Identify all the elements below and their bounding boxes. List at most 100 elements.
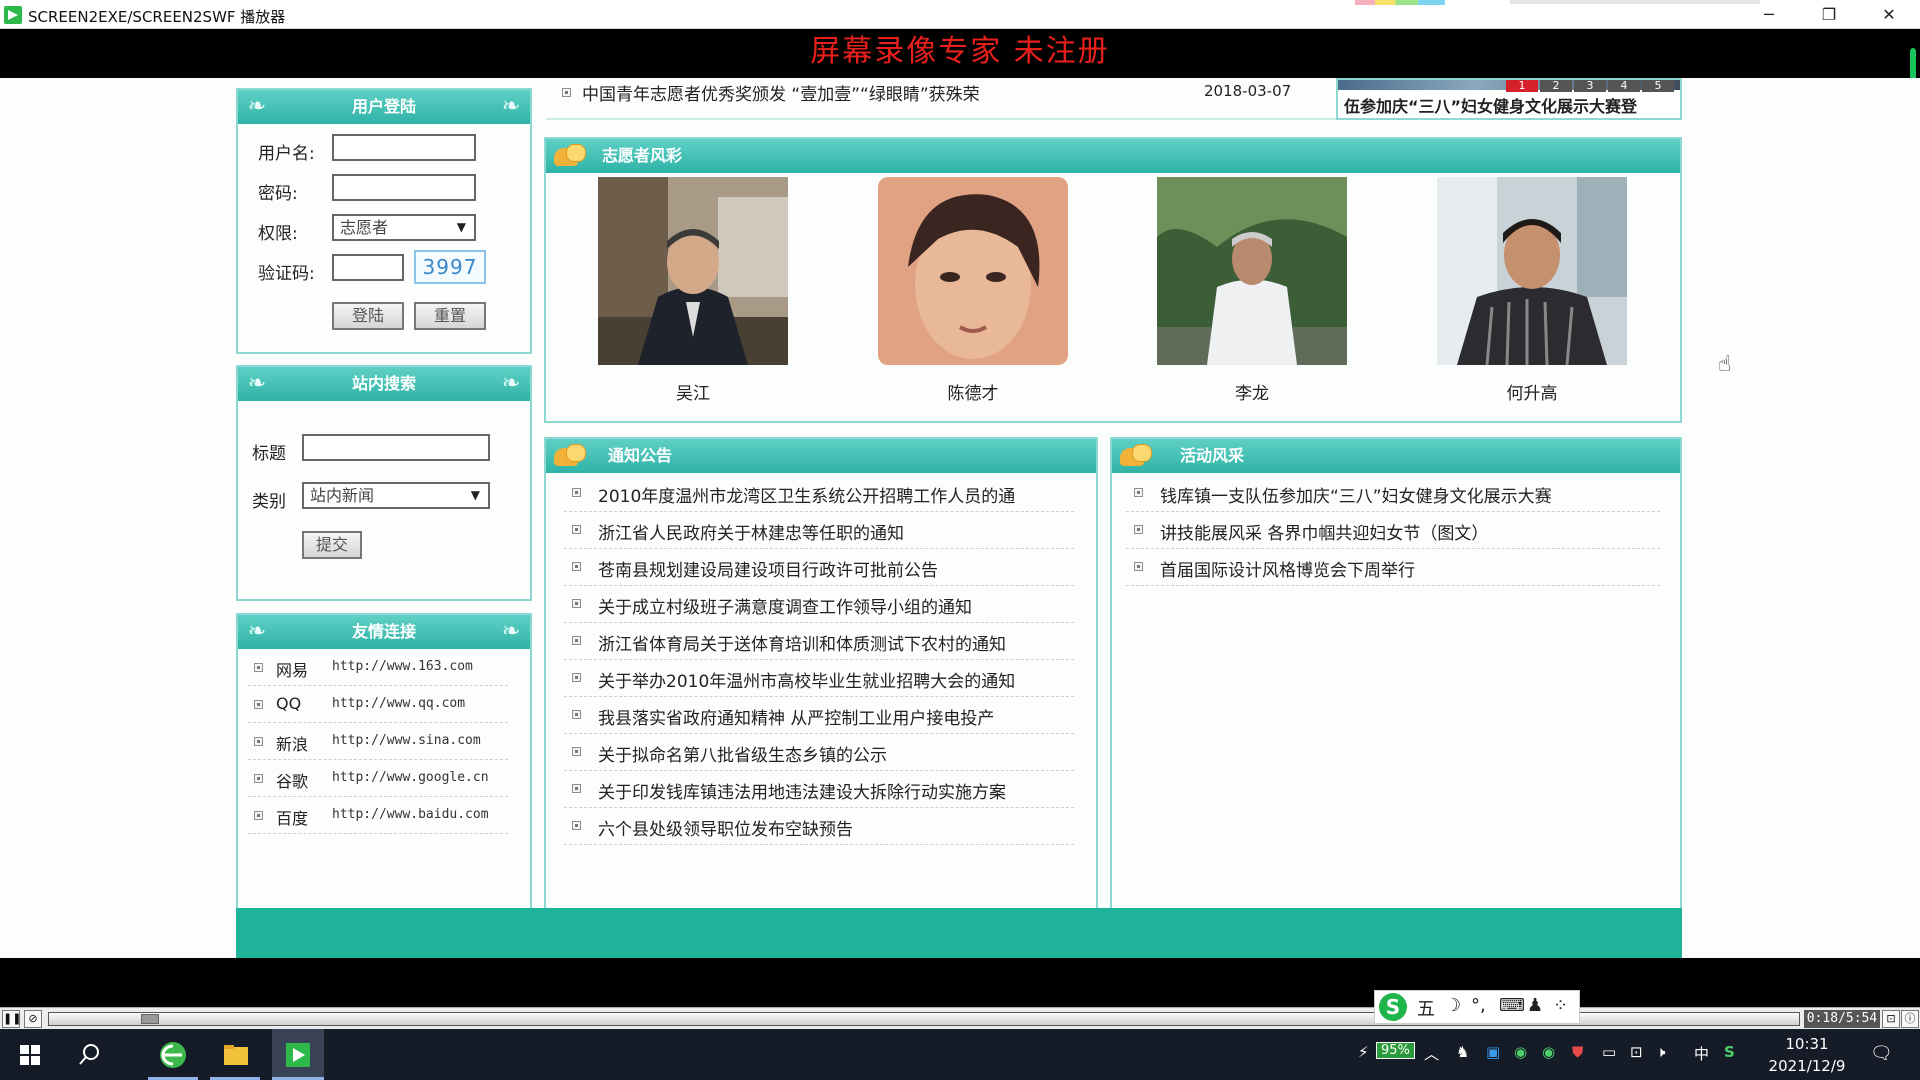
notice-item[interactable]: 我县落实省政府通知精神 从严控制工业用户接电投产	[564, 697, 1074, 734]
volunteer-card[interactable]: 李龙	[1157, 177, 1347, 404]
slider-number-4[interactable]: 4	[1608, 80, 1640, 92]
flash-icon[interactable]: ⚡	[1358, 1043, 1369, 1061]
friend-link-name[interactable]: 百度	[276, 805, 308, 829]
activity-link[interactable]: 讲技能展风采 各界巾帼共迎妇女节（图文）	[1160, 519, 1488, 544]
friend-link-name[interactable]: 新浪	[276, 731, 308, 755]
sogou-tray-icon[interactable]: S	[1724, 1043, 1735, 1061]
notification-icon[interactable]: 🗨	[1870, 1043, 1893, 1064]
security-shield-icon[interactable]: ⛊	[1572, 1043, 1583, 1061]
network-app-icon[interactable]: ▣	[1486, 1043, 1500, 1061]
notice-link[interactable]: 我县落实省政府通知精神 从严控制工业用户接电投产	[598, 704, 994, 729]
friend-link-row[interactable]: 网易 http://www.163.com	[248, 649, 508, 686]
role-select[interactable]: 志愿者 ▼	[332, 214, 476, 241]
volunteer-name[interactable]: 吴江	[598, 379, 788, 404]
volunteer-card[interactable]: 何升高	[1437, 177, 1627, 404]
friend-link-name[interactable]: QQ	[276, 694, 301, 713]
top-news-line[interactable]: 中国青年志愿者优秀奖颁发 “壹加壹”“绿眼睛”获殊荣 2018-03-07	[546, 78, 1336, 120]
ime-keyboard-icon[interactable]: ⌨	[1499, 995, 1525, 1016]
friend-link-row[interactable]: 谷歌 http://www.google.cn	[248, 760, 508, 797]
friend-link-name[interactable]: 网易	[276, 657, 308, 681]
slider-number-1[interactable]: 1	[1506, 80, 1538, 92]
volunteer-card[interactable]: 陈德才	[878, 177, 1068, 404]
activity-link[interactable]: 钱库镇一支队伍参加庆“三八”妇女健身文化展示大赛	[1160, 482, 1552, 507]
ime-halfwidth-icon[interactable]: ☽	[1445, 995, 1461, 1016]
search-icon[interactable]	[72, 1037, 108, 1073]
volunteer-name[interactable]: 陈德才	[878, 379, 1068, 404]
friend-link-url[interactable]: http://www.sina.com	[332, 733, 481, 748]
ime-toolbar[interactable]: S 五 ☽ °, ⌨ ♟ ⁘	[1374, 990, 1580, 1024]
notice-item[interactable]: 浙江省体育局关于送体育培训和体质测试下农村的通知	[564, 623, 1074, 660]
volunteer-photo[interactable]	[878, 177, 1068, 365]
friend-link-url[interactable]: http://www.163.com	[332, 659, 473, 674]
activity-item[interactable]: 钱库镇一支队伍参加庆“三八”妇女健身文化展示大赛	[1126, 475, 1660, 512]
notice-link[interactable]: 关于成立村级班子满意度调查工作领导小组的通知	[598, 593, 972, 618]
notice-link[interactable]: 关于拟命名第八批省级生态乡镇的公示	[598, 741, 887, 766]
friend-link-row[interactable]: QQ http://www.qq.com	[248, 686, 508, 723]
battery-indicator[interactable]: 95%	[1376, 1042, 1415, 1059]
friend-link-url[interactable]: http://www.baidu.com	[332, 807, 489, 822]
minimize-button[interactable]: ─	[1746, 2, 1792, 28]
volunteer-photo[interactable]	[598, 177, 788, 365]
input-language[interactable]: 中	[1694, 1043, 1709, 1064]
notice-item[interactable]: 苍南县规划建设局建设项目行政许可批前公告	[564, 549, 1074, 586]
file-explorer-icon[interactable]	[218, 1037, 254, 1073]
captcha-image[interactable]: 3997	[414, 250, 486, 284]
wechat-work-icon[interactable]: ◉	[1542, 1043, 1555, 1061]
browser-icon[interactable]	[155, 1037, 191, 1073]
taskbar-clock[interactable]: 10:31 2021/12/9	[1762, 1033, 1852, 1077]
volunteer-name[interactable]: 李龙	[1157, 379, 1347, 404]
notice-item[interactable]: 2010年度温州市龙湾区卫生系统公开招聘工作人员的通	[564, 475, 1074, 512]
network-icon[interactable]: ⊡	[1630, 1043, 1643, 1061]
sogou-logo-icon[interactable]: S	[1379, 993, 1407, 1021]
player-app-icon[interactable]	[280, 1037, 316, 1073]
slider-caption[interactable]: 伍参加庆“三八”妇女健身文化展示大赛登	[1344, 93, 1637, 117]
stop-icon[interactable]: ⊘	[24, 1010, 42, 1028]
volunteer-photo[interactable]	[1157, 177, 1347, 365]
activity-item[interactable]: 讲技能展风采 各界巾帼共迎妇女节（图文）	[1126, 512, 1660, 549]
notice-link[interactable]: 浙江省体育局关于送体育培训和体质测试下农村的通知	[598, 630, 1006, 655]
fit-screen-icon[interactable]: ⊡	[1882, 1010, 1900, 1028]
qq-icon[interactable]: ♞	[1456, 1043, 1469, 1061]
ime-punctuation-icon[interactable]: °,	[1471, 995, 1486, 1016]
password-input[interactable]	[332, 174, 476, 201]
notice-item[interactable]: 六个县处级领导职位发布空缺预告	[564, 808, 1074, 845]
friend-link-row[interactable]: 新浪 http://www.sina.com	[248, 723, 508, 760]
notice-link[interactable]: 关于举办2010年温州市高校毕业生就业招聘大会的通知	[598, 667, 1015, 692]
news-slider[interactable]: 1 2 3 4 5 伍参加庆“三八”妇女健身文化展示大赛登	[1336, 78, 1682, 120]
login-button[interactable]: 登陆	[332, 302, 404, 330]
volunteer-card[interactable]: 吴江	[598, 177, 788, 404]
volunteer-name[interactable]: 何升高	[1437, 379, 1627, 404]
slider-number-3[interactable]: 3	[1574, 80, 1606, 92]
notice-item[interactable]: 浙江省人民政府关于林建忠等任职的通知	[564, 512, 1074, 549]
friend-link-url[interactable]: http://www.qq.com	[332, 696, 465, 711]
notice-link[interactable]: 苍南县规划建设局建设项目行政许可批前公告	[598, 556, 938, 581]
volunteer-photo[interactable]	[1437, 177, 1627, 365]
friend-link-url[interactable]: http://www.google.cn	[332, 770, 489, 785]
notice-item[interactable]: 关于拟命名第八批省级生态乡镇的公示	[564, 734, 1074, 771]
ime-user-icon[interactable]: ♟	[1527, 995, 1543, 1016]
friend-link-row[interactable]: 百度 http://www.baidu.com	[248, 797, 508, 834]
activity-item[interactable]: 首届国际设计风格博览会下周举行	[1126, 549, 1660, 586]
search-title-input[interactable]	[302, 434, 490, 461]
activity-link[interactable]: 首届国际设计风格博览会下周举行	[1160, 556, 1415, 581]
ime-menu-icon[interactable]: ⁘	[1553, 995, 1568, 1016]
close-button[interactable]: ✕	[1866, 2, 1912, 28]
power-icon[interactable]: ▭	[1602, 1043, 1616, 1061]
notice-item[interactable]: 关于印发钱库镇违法用地违法建设大拆除行动实施方案	[564, 771, 1074, 808]
captcha-input[interactable]	[332, 254, 404, 281]
info-icon[interactable]: ⓘ	[1901, 1010, 1919, 1028]
search-submit-button[interactable]: 提交	[302, 531, 362, 559]
slider-number-2[interactable]: 2	[1540, 80, 1572, 92]
windows-start-icon[interactable]	[12, 1037, 48, 1073]
slider-number-5[interactable]: 5	[1642, 80, 1674, 92]
ime-wubi-mode[interactable]: 五	[1417, 995, 1435, 1021]
seek-thumb[interactable]	[141, 1014, 159, 1024]
chevron-up-icon[interactable]: ︿	[1424, 1043, 1439, 1064]
pause-icon[interactable]: ❚❚	[2, 1010, 21, 1028]
notice-link[interactable]: 关于印发钱库镇违法用地违法建设大拆除行动实施方案	[598, 778, 1006, 803]
notice-item[interactable]: 关于成立村级班子满意度调查工作领导小组的通知	[564, 586, 1074, 623]
notice-link[interactable]: 2010年度温州市龙湾区卫生系统公开招聘工作人员的通	[598, 482, 1015, 507]
notice-link[interactable]: 六个县处级领导职位发布空缺预告	[598, 815, 853, 840]
top-news-title[interactable]: 中国青年志愿者优秀奖颁发 “壹加壹”“绿眼睛”获殊荣	[582, 80, 980, 105]
search-category-select[interactable]: 站内新闻 ▼	[302, 482, 490, 509]
